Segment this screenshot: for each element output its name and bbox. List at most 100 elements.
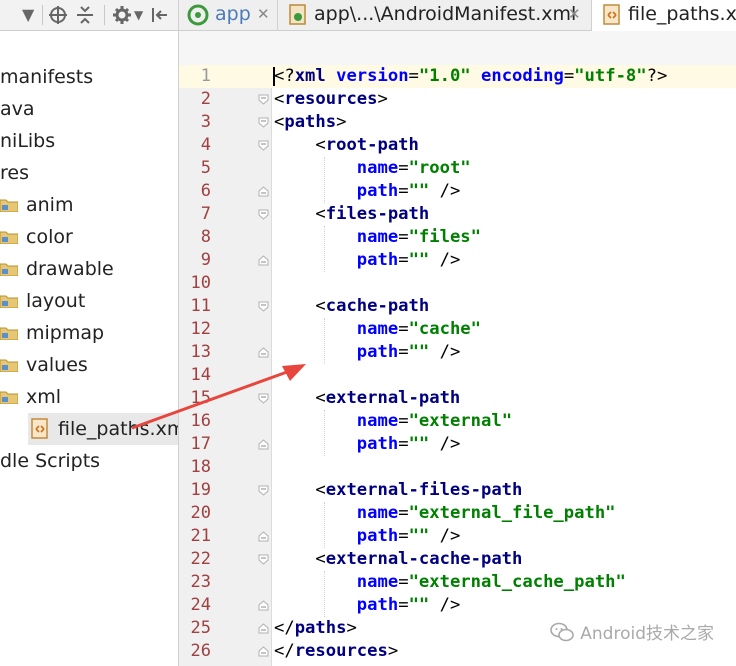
indent-guide (324, 410, 326, 456)
code-token: name (356, 503, 399, 523)
code-token: = (398, 158, 409, 178)
code-token: "1.0" (418, 66, 471, 86)
tree-item-label: ava (0, 98, 35, 120)
tree-item[interactable]: anim (0, 189, 178, 221)
code-token: /> (429, 181, 461, 201)
editor-tab-bar: app ✕ app\...\AndroidManifest.xml ✕ file… (179, 0, 736, 31)
code-token: = (398, 595, 409, 615)
code-token: files-path (325, 204, 430, 224)
tree-item[interactable]: manifests (0, 61, 178, 93)
code-token: "" (408, 526, 430, 546)
fold-open-icon[interactable] (258, 554, 269, 565)
line-number: 5 (200, 158, 211, 178)
tree-item[interactable]: ava (0, 93, 178, 125)
code-token: "" (408, 181, 430, 201)
tree-item[interactable]: xml (0, 381, 178, 413)
line-number: 10 (190, 273, 211, 293)
line-number: 22 (190, 549, 211, 569)
fold-close-icon[interactable] (258, 347, 269, 358)
dropdown-arrow-icon[interactable]: ▼ (134, 3, 143, 27)
tree-item[interactable]: res (0, 157, 178, 189)
code-token: < (274, 135, 326, 155)
code-token: < (274, 549, 326, 569)
fold-close-icon[interactable] (258, 600, 269, 611)
code-token: < (274, 480, 326, 500)
fold-close-icon[interactable] (258, 255, 269, 266)
code-token: ?> (646, 66, 668, 86)
close-icon[interactable]: ✕ (568, 0, 581, 28)
code-token: </ (274, 641, 295, 661)
code-line: <root-path (274, 134, 419, 157)
code-line: <files-path (274, 203, 429, 226)
target-icon[interactable] (48, 3, 68, 27)
code-token: = (398, 503, 409, 523)
code-token: < (274, 204, 326, 224)
hide-panel-icon[interactable] (150, 3, 170, 27)
tree-item[interactable]: values (0, 349, 178, 381)
dropdown-arrow-icon[interactable]: ▼ (22, 3, 34, 27)
fold-open-icon[interactable] (258, 117, 269, 128)
tree-item[interactable]: dle Scripts (0, 445, 178, 477)
fold-open-icon[interactable] (258, 301, 269, 312)
tree-item[interactable]: color (0, 221, 178, 253)
fold-close-icon[interactable] (258, 623, 269, 634)
tab-file-paths[interactable]: file_paths.xm (592, 0, 736, 31)
fold-open-icon[interactable] (258, 94, 269, 105)
code-token: </ (274, 618, 295, 638)
folder-icon (0, 263, 18, 276)
code-token: > (377, 89, 388, 109)
tree-item[interactable]: niLibs (0, 125, 178, 157)
tree-item-label: file_paths.xml (58, 418, 179, 440)
code-line: </resources> (274, 640, 398, 663)
fold-close-icon[interactable] (258, 186, 269, 197)
code-token: /> (429, 526, 461, 546)
tab-app[interactable]: app ✕ (179, 0, 278, 30)
collapse-all-icon[interactable] (76, 3, 94, 27)
code-token: xml (294, 66, 326, 86)
fold-close-icon[interactable] (258, 439, 269, 450)
tree-item[interactable]: file_paths.xml (28, 413, 178, 445)
code-line: name="external_cache_path" (274, 571, 626, 594)
code-token: < (274, 89, 285, 109)
line-number: 8 (200, 227, 211, 247)
code-token: > (336, 112, 347, 132)
tree-item-label: color (26, 226, 73, 248)
code-line: path="" /> (274, 594, 461, 617)
gear-icon[interactable] (112, 3, 132, 27)
code-line: name="cache" (274, 318, 481, 341)
code-token: name (356, 158, 399, 178)
tree-item-label: mipmap (26, 322, 105, 344)
fold-open-icon[interactable] (258, 209, 269, 220)
fold-open-icon[interactable] (258, 485, 269, 496)
code-line: path="" /> (274, 249, 461, 272)
fold-open-icon[interactable] (258, 393, 269, 404)
code-token: = (408, 66, 419, 86)
code-line: path="" /> (274, 341, 461, 364)
fold-close-icon[interactable] (258, 531, 269, 542)
code-token: = (398, 250, 409, 270)
indent-guide (324, 226, 326, 272)
code-token: name (356, 227, 399, 247)
line-number: 17 (190, 434, 211, 454)
code-token: name (356, 411, 399, 431)
text-caret (273, 67, 275, 86)
line-number: 15 (190, 388, 211, 408)
line-number: 18 (190, 457, 211, 477)
line-number: 14 (190, 365, 211, 385)
fold-open-icon[interactable] (258, 140, 269, 151)
tree-item[interactable]: layout (0, 285, 178, 317)
close-icon[interactable]: ✕ (257, 0, 270, 28)
tree-item[interactable]: drawable (0, 253, 178, 285)
tab-android-manifest[interactable]: app\...\AndroidManifest.xml ✕ (278, 0, 592, 30)
code-token: name (356, 572, 399, 592)
tree-item[interactable]: mipmap (0, 317, 178, 349)
fold-close-icon[interactable] (258, 646, 269, 657)
code-token: resources (294, 641, 388, 661)
